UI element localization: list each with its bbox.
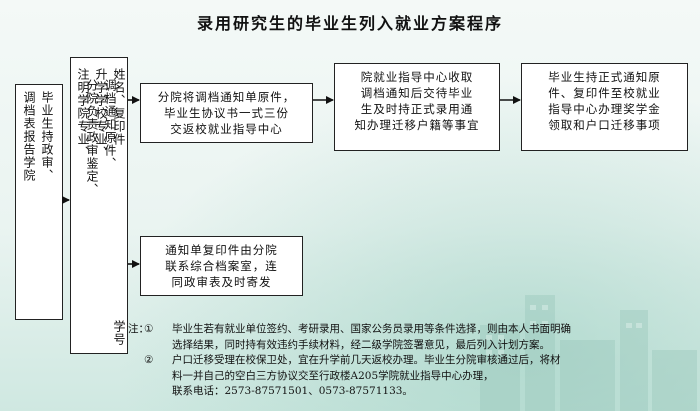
note-1: ① 毕业生若有就业单位签约、考研录用、国家公务员录用等条件选择，则由本人书面明确…	[144, 322, 688, 353]
notes-section: 注： ① 毕业生若有就业单位签约、考研录用、国家公务员录用等条件选择，则由本人书…	[128, 322, 688, 400]
note-1-line-1: 毕业生若有就业单位签约、考研录用、国家公务员录用等条件选择，则由本人书面明确	[172, 323, 571, 335]
step5-box: 毕业生持正式通知原 件、复印件至校就业 指导中心办理奖学金 领取和户口迁移事项	[521, 63, 688, 151]
step3-line-1: 分院将调档通知单原件，	[157, 90, 296, 104]
step6-line-2: 联系综合档案室，连	[165, 259, 278, 273]
step6-line-1: 通知单复印件由分院	[165, 243, 278, 257]
step1-col-1: 毕业生持政审、	[40, 91, 54, 182]
step4-line-1: 院就业指导中心收取	[360, 70, 474, 84]
step3-box: 分院将调档通知单原件， 毕业生协议书一式三份 交返校就业指导中心	[140, 83, 313, 143]
note-1-tag: ①	[144, 323, 154, 335]
step5-line-4: 领取和户口迁移事项	[548, 118, 661, 132]
step2-col-6: 学号	[112, 320, 126, 346]
step2-box: 注明学院专业、 分院负责政审鉴定、 升学学校专业、 调档通知原件、 姓名、复印件…	[70, 57, 128, 354]
step4-line-2: 调档通知后交待毕业	[360, 86, 474, 100]
step5-line-3: 指导中心办理奖学金	[548, 102, 661, 116]
step2-col-5: 姓名、复印件	[112, 68, 126, 146]
note-2-line-3: 联系电话：2573-87571501、0573-87571133。	[172, 385, 413, 397]
step4-line-4: 知办理迁移户籍等事宜	[354, 118, 480, 132]
note-2-tag: ②	[144, 354, 154, 366]
note-1-line-2: 选择结果，同时持有效违约手续材料，经二级学院签署意见，最后列入计划方案。	[172, 338, 550, 351]
step6-line-3: 同政审表及时寄发	[171, 275, 272, 289]
step3-line-3: 交返校就业指导中心	[170, 122, 283, 136]
step4-box: 院就业指导中心收取 调档通知后交待毕业 生及时持正式录用通 知办理迁移户籍等事宜	[334, 63, 500, 151]
note-2: ② 户口迁移受理在校保卫处，宜在升学前几天返校办理。毕业生分院审核通过后，将材 …	[144, 353, 688, 400]
note-2-line-1: 户口迁移受理在校保卫处，宜在升学前几天返校办理。毕业生分院审核通过后，将材	[172, 354, 561, 366]
step6-box: 通知单复印件由分院 联系综合档案室，连 同政审表及时寄发	[140, 236, 303, 296]
step1-col-2: 调档表报告学院	[22, 91, 36, 182]
note-2-line-2: 料一并自己的空白三方协议交至行政楼A205学院就业指导中心办理，	[172, 369, 494, 382]
step5-line-1: 毕业生持正式通知原	[548, 70, 661, 84]
step4-line-3: 生及时持正式录用通	[360, 102, 474, 116]
page-title: 录用研究生的毕业生列入就业方案程序	[196, 14, 503, 33]
step5-line-2: 件、复印件至校就业	[548, 86, 661, 100]
step3-line-2: 毕业生协议书一式三份	[164, 106, 289, 120]
step1-box: 毕业生持政审、 调档表报告学院	[15, 84, 63, 320]
